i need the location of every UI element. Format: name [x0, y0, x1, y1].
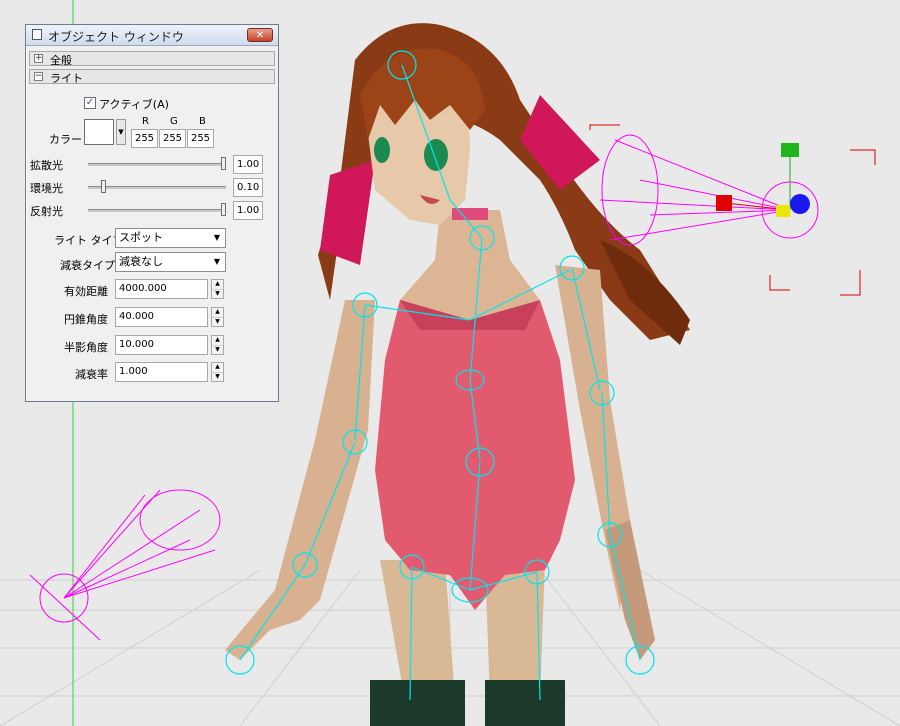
window-title: オブジェクト ウィンドウ [48, 30, 184, 44]
color-g-input[interactable]: 255 [159, 129, 186, 148]
ambient-slider[interactable] [88, 179, 226, 195]
g-label: G [170, 116, 178, 127]
window-icon [32, 29, 42, 40]
attenuation-type-value: 減衰なし [119, 255, 163, 268]
cone-angle-label: 円錐角度 [64, 313, 108, 326]
expand-icon[interactable]: + [34, 54, 43, 63]
penumbra-angle-input[interactable]: 10.000 [115, 335, 208, 355]
ambient-value[interactable]: 0.10 [233, 178, 263, 197]
color-label: カラー [49, 133, 82, 146]
active-checkbox[interactable]: ✓ [84, 97, 96, 109]
attenuation-rate-label: 減衰率 [75, 368, 108, 381]
object-window[interactable]: オブジェクト ウィンドウ ✕ + 全般 − ライト ✓ アクティブ(A) カラー… [25, 24, 279, 402]
cone-angle-input[interactable]: 40.000 [115, 307, 208, 327]
diffuse-value[interactable]: 1.00 [233, 155, 263, 174]
effective-distance-label: 有効距離 [64, 285, 108, 298]
specular-label: 反射光 [30, 205, 63, 218]
specular-value[interactable]: 1.00 [233, 201, 263, 220]
color-swatch[interactable] [84, 119, 114, 145]
section-general-label: 全般 [50, 54, 72, 67]
active-label: アクティブ(A) [99, 98, 169, 111]
section-light[interactable]: − ライト [29, 69, 275, 85]
b-label: B [199, 116, 206, 127]
effective-distance-input[interactable]: 4000.000 [115, 279, 208, 299]
light-type-label: ライト タイプ [54, 234, 124, 247]
color-r-input[interactable]: 255 [131, 129, 158, 148]
chevron-down-icon: ▼ [213, 257, 221, 266]
ambient-label: 環境光 [30, 182, 63, 195]
section-light-label: ライト [50, 72, 83, 85]
attenuation-type-label: 減衰タイプ [60, 259, 115, 272]
diffuse-slider[interactable] [88, 156, 226, 172]
close-button[interactable]: ✕ [247, 28, 273, 42]
attenuation-rate-spinner[interactable]: ▲ ▼ [211, 362, 224, 382]
light-type-select[interactable]: スポット ▼ [115, 228, 226, 248]
light-type-value: スポット [119, 231, 163, 244]
section-general[interactable]: + 全般 [29, 51, 275, 67]
collapse-icon[interactable]: − [34, 72, 43, 81]
chevron-down-icon: ▼ [213, 233, 221, 242]
r-label: R [142, 116, 149, 127]
spotlight-gizmo-left[interactable] [29, 489, 221, 641]
penumbra-angle-spinner[interactable]: ▲ ▼ [211, 335, 224, 355]
color-dropdown-arrow[interactable]: ▼ [116, 119, 126, 145]
diffuse-label: 拡散光 [30, 159, 63, 172]
cone-angle-spinner[interactable]: ▲ ▼ [211, 307, 224, 327]
specular-slider[interactable] [88, 202, 226, 218]
attenuation-rate-input[interactable]: 1.000 [115, 362, 208, 382]
title-bar[interactable]: オブジェクト ウィンドウ ✕ [26, 25, 278, 46]
attenuation-type-select[interactable]: 減衰なし ▼ [115, 252, 226, 272]
color-b-input[interactable]: 255 [187, 129, 214, 148]
effective-distance-spinner[interactable]: ▲ ▼ [211, 279, 224, 299]
penumbra-angle-label: 半影角度 [64, 341, 108, 354]
